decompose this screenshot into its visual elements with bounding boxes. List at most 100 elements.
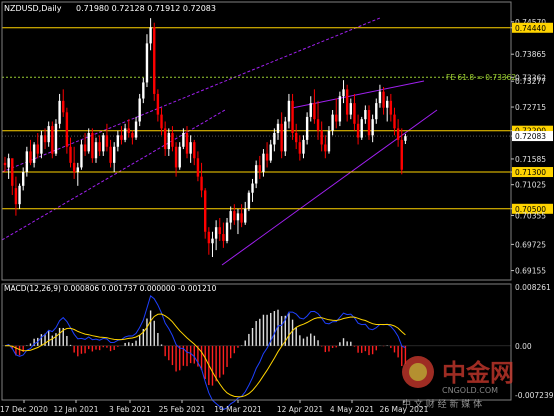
candle-body: [69, 146, 72, 163]
logo-coin-icon: [409, 363, 427, 381]
candle-body: [32, 144, 36, 163]
y-tick-label: 0.71585: [515, 155, 546, 164]
candle-body: [360, 119, 363, 138]
candle-body: [400, 139, 403, 170]
candle-body: [36, 144, 39, 154]
candle-body: [254, 165, 258, 184]
candle-body: [342, 89, 345, 97]
candle-body: [375, 103, 378, 120]
candle-body: [367, 110, 371, 136]
candle-body: [225, 222, 229, 241]
x-tick-label: 17 Dec 2020: [0, 405, 48, 414]
candle-body: [273, 132, 276, 145]
candle-body: [349, 103, 352, 115]
candle-body: [145, 43, 149, 83]
candle-body: [200, 176, 203, 191]
candle-body: [327, 130, 331, 152]
candle-body: [127, 128, 130, 133]
candle-body: [269, 144, 272, 161]
candle-body: [262, 153, 265, 173]
candle-body: [185, 132, 189, 154]
candle-body: [214, 227, 218, 239]
candle-body: [116, 135, 120, 147]
candle-body: [76, 167, 79, 173]
candle-body: [156, 93, 160, 115]
candle-body: [163, 128, 167, 150]
candle-body: [123, 128, 127, 140]
y-tick-label: 0.70355: [515, 211, 546, 220]
y-tick-label: 0.72083: [515, 132, 546, 141]
candle-body: [364, 110, 367, 120]
candle-body: [371, 119, 374, 136]
symbol-label: NZDUSD,Daily: [4, 4, 62, 13]
candle-body: [153, 27, 156, 94]
candle-body: [91, 132, 94, 159]
candle-body: [204, 190, 207, 232]
y-tick-label: 0.74440: [515, 24, 546, 33]
candle-body: [389, 100, 393, 115]
candle-body: [280, 123, 283, 152]
candle-body: [276, 123, 280, 133]
candle-body: [247, 192, 251, 209]
candle-body: [51, 126, 54, 154]
x-tick-label: 12 Jan 2021: [54, 405, 99, 414]
candle-body: [131, 132, 134, 138]
channel-lower-line: [1, 109, 226, 241]
candle-body: [284, 121, 287, 152]
candle-body: [313, 103, 316, 120]
candle-body: [43, 135, 47, 143]
candle-body: [120, 135, 123, 140]
candle-body: [40, 135, 43, 154]
macd-label: MACD(12,26,9) 0.000806 0.001737 0.000000…: [4, 284, 217, 293]
candle-body: [302, 139, 305, 154]
candle-body: [7, 158, 10, 168]
candle-body: [324, 144, 327, 152]
candle-body: [22, 172, 25, 186]
candle-body: [305, 116, 309, 140]
candle-body: [404, 136, 407, 141]
candle-body: [207, 231, 211, 244]
y-tick-label: 0.72715: [515, 103, 546, 112]
candle-body: [291, 100, 294, 133]
candle-body: [298, 142, 302, 154]
candle-body: [338, 96, 342, 122]
candle-body: [109, 146, 112, 163]
candle-body: [229, 211, 232, 223]
y-tick-label: 0.73865: [515, 50, 546, 59]
x-tick-label: 12 Apr 2021: [277, 405, 324, 414]
y-tick-label: 0.69155: [515, 267, 546, 276]
candle-body: [138, 98, 141, 122]
candle-body: [11, 158, 14, 186]
candle-body: [80, 144, 83, 168]
candle-body: [18, 185, 21, 205]
candle-body: [353, 103, 356, 124]
candle-body: [193, 142, 196, 159]
watermark-site: CNGOLD.COM: [442, 386, 498, 395]
candle-body: [189, 142, 192, 154]
candle-body: [316, 119, 320, 131]
candle-body: [236, 213, 240, 221]
candle-body: [396, 128, 400, 140]
x-tick-label: 3 Feb 2021: [109, 405, 151, 414]
candle-body: [54, 123, 58, 154]
x-tick-label: 25 Feb 2021: [159, 405, 206, 414]
candle-body: [14, 188, 18, 205]
candle-body: [3, 162, 7, 166]
candle-body: [87, 132, 90, 152]
watermark: 中金网 CNGOLD.COM 中 文 财 经 新 媒 体: [402, 356, 514, 410]
candle-body: [174, 146, 178, 168]
y-tick-label: 0.71300: [515, 168, 546, 177]
candle-body: [47, 126, 50, 143]
watermark-brand: 中金网: [442, 359, 514, 387]
candle-body: [251, 183, 254, 193]
candle-body: [25, 151, 29, 173]
candle-body: [98, 142, 101, 152]
candle-body: [58, 100, 61, 124]
y-tick-label: 0.71025: [515, 181, 546, 190]
candle-body: [287, 100, 291, 122]
candle-body: [295, 132, 298, 143]
macd-tick-label: 0.008261: [515, 283, 551, 292]
ohlc-readout: 0.71980 0.72128 0.71912 0.72083: [76, 4, 216, 13]
candle-body: [211, 238, 214, 244]
candle-body: [258, 165, 261, 173]
